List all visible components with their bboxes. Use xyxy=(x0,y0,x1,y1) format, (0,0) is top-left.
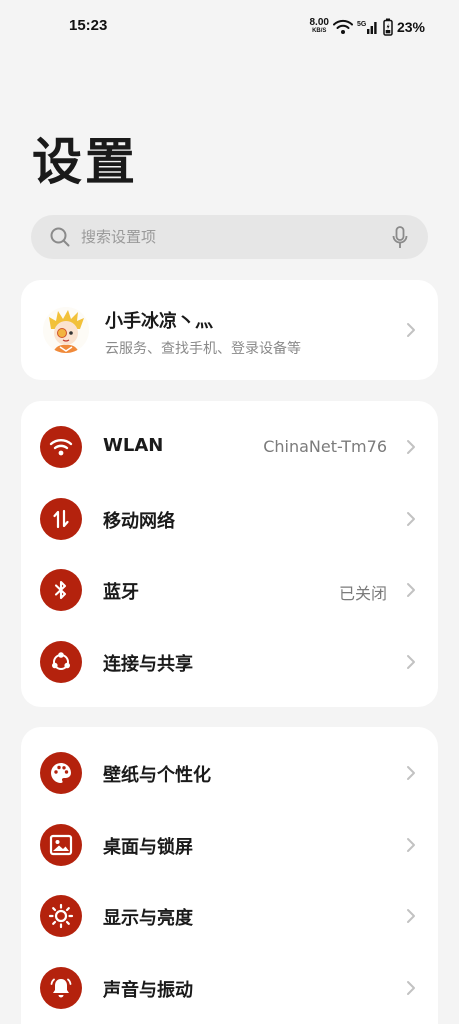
status-time: 15:23 xyxy=(69,17,108,34)
cellular-signal-icon: 5G xyxy=(357,19,379,35)
share-icon xyxy=(40,640,82,683)
chevron-right-icon xyxy=(407,583,415,597)
chevron-right-icon xyxy=(407,837,415,852)
search-icon xyxy=(49,226,71,252)
search-input[interactable] xyxy=(81,215,371,259)
settings-screen: 15:23 8.00 KB/S 5G 23% 设置 搜索设置项 小手冰凉丶灬 云… xyxy=(0,0,459,1024)
signal-label: 5G xyxy=(357,21,367,28)
chevron-right-icon xyxy=(407,766,415,780)
wifi-status-icon xyxy=(332,19,353,35)
setting-row-wallpaper[interactable]: 壁纸与个性化 xyxy=(21,737,438,809)
bluetooth-icon xyxy=(40,569,82,611)
personalization-settings-group: 壁纸与个性化 桌面与锁屏 显示与亮度 声音与振动 xyxy=(21,727,438,1024)
setting-row-display-brightness[interactable]: 显示与亮度 xyxy=(21,880,438,952)
status-bar: 15:23 8.00 KB/S 5G 23% xyxy=(0,0,459,54)
setting-label: 桌面与锁屏 xyxy=(103,836,193,858)
network-speed-unit: KB/S xyxy=(312,28,327,34)
setting-label: 移动网络 xyxy=(103,510,175,532)
mobile-data-icon xyxy=(40,497,82,540)
chevron-right-icon xyxy=(407,323,415,337)
setting-value: ChinaNet-Tm76 xyxy=(263,437,387,456)
setting-value: 已关闭 xyxy=(338,584,387,603)
sun-icon xyxy=(40,895,82,937)
network-settings-group: WLAN ChinaNet-Tm76 移动网络 蓝牙 已关闭 连接与共享 xyxy=(21,401,438,707)
chevron-right-icon xyxy=(407,440,415,454)
setting-row-wlan[interactable]: WLAN ChinaNet-Tm76 xyxy=(21,411,438,483)
palette-icon xyxy=(40,752,82,794)
network-speed: 8.00 KB/S xyxy=(309,17,329,35)
page-title: 设置 xyxy=(32,133,138,191)
wifi-icon xyxy=(40,426,82,468)
setting-label: 连接与共享 xyxy=(103,653,193,675)
setting-row-desktop-lockscreen[interactable]: 桌面与锁屏 xyxy=(21,809,438,881)
chevron-right-icon xyxy=(407,511,415,526)
setting-label: WLAN xyxy=(103,435,164,456)
battery-percent: 23% xyxy=(396,19,425,35)
chevron-right-icon xyxy=(407,909,415,923)
account-subtitle: 云服务、查找手机、登录设备等 xyxy=(105,341,301,357)
setting-label: 壁纸与个性化 xyxy=(103,765,211,786)
setting-label: 显示与亮度 xyxy=(103,908,193,929)
search-bar[interactable] xyxy=(31,215,428,259)
setting-row-mobile-network[interactable]: 移动网络 xyxy=(21,483,438,555)
setting-label: 蓝牙 xyxy=(103,582,139,603)
status-icons: 8.00 KB/S 5G 23% xyxy=(309,17,425,37)
network-speed-value: 8.00 xyxy=(309,17,329,28)
account-name: 小手冰凉丶灬 xyxy=(105,311,213,332)
chevron-right-icon xyxy=(407,980,415,995)
battery-icon xyxy=(383,18,393,36)
avatar xyxy=(43,307,89,353)
chevron-right-icon xyxy=(407,654,415,669)
setting-row-sound-vibration[interactable]: 声音与振动 xyxy=(21,952,438,1024)
account-card[interactable]: 小手冰凉丶灬 云服务、查找手机、登录设备等 xyxy=(21,280,438,380)
setting-row-connection-sharing[interactable]: 连接与共享 xyxy=(21,626,438,698)
microphone-icon[interactable] xyxy=(392,226,408,254)
bell-icon xyxy=(40,966,82,1009)
picture-icon xyxy=(40,823,82,866)
setting-row-bluetooth[interactable]: 蓝牙 已关闭 xyxy=(21,554,438,626)
setting-label: 声音与振动 xyxy=(103,979,193,1001)
